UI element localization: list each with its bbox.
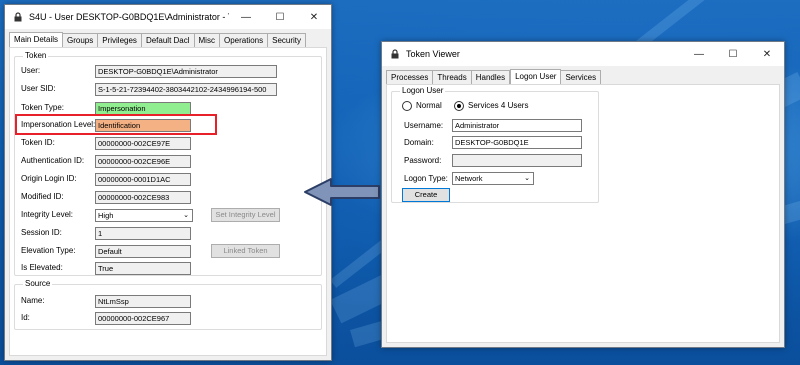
is-elevated-field[interactable]: True <box>95 262 191 275</box>
authentication-id-field[interactable]: 00000000-002CE96E <box>95 155 191 168</box>
token-id-label: Token ID: <box>21 138 55 147</box>
user-sid-field[interactable]: S-1-5-21-72394402-3803442102-2434996194-… <box>95 83 277 96</box>
source-group: Source Name: NtLmSsp Id: 00000000-002CE9… <box>14 279 322 330</box>
token-viewer-window: Token Viewer — ☐ ✕ Processes Threads Han… <box>381 41 785 348</box>
source-id-label: Id: <box>21 313 30 322</box>
token-type-label: Token Type: <box>21 103 64 112</box>
tab-logon-user[interactable]: Logon User <box>510 69 562 84</box>
minimize-button[interactable]: — <box>682 42 716 66</box>
elevation-type-label: Elevation Type: <box>21 246 76 255</box>
username-input[interactable]: Administrator <box>452 119 582 132</box>
tab-groups[interactable]: Groups <box>63 33 99 47</box>
window-title: Token Viewer <box>406 49 460 59</box>
title-bar[interactable]: Token Viewer — ☐ ✕ <box>382 42 784 66</box>
source-id-field[interactable]: 00000000-002CE967 <box>95 312 191 325</box>
highlight-box <box>15 114 217 135</box>
integrity-level-label: Integrity Level: <box>21 210 74 219</box>
create-button[interactable]: Create <box>402 188 450 202</box>
minimize-button[interactable]: — <box>229 5 263 29</box>
integrity-level-dropdown[interactable]: High ⌄ <box>95 209 193 222</box>
title-bar[interactable]: S4U - User DESKTOP-G0BDQ1E\Administrator… <box>5 5 331 29</box>
logon-type-dropdown[interactable]: Network ⌄ <box>452 172 534 185</box>
modified-id-label: Modified ID: <box>21 192 64 201</box>
linked-token-button[interactable]: Linked Token <box>211 244 280 258</box>
username-label: Username: <box>404 121 444 130</box>
radio-normal[interactable] <box>402 101 412 111</box>
elevation-type-field[interactable]: Default <box>95 245 191 258</box>
close-button[interactable]: ✕ <box>750 42 784 66</box>
tab-strip: Main Details Groups Privileges Default D… <box>9 32 331 47</box>
token-group-label: Token <box>23 51 49 60</box>
radio-services-4-users[interactable] <box>454 101 464 111</box>
tab-handles[interactable]: Handles <box>471 70 511 84</box>
source-name-field[interactable]: NtLmSsp <box>95 295 191 308</box>
session-id-label: Session ID: <box>21 228 62 237</box>
lock-icon <box>14 12 22 22</box>
annotation-arrow <box>304 178 380 206</box>
chevron-down-icon: ⌄ <box>183 212 189 219</box>
token-id-field[interactable]: 00000000-002CE97E <box>95 137 191 150</box>
maximize-button[interactable]: ☐ <box>263 5 297 29</box>
logon-user-panel: Logon User Normal Services 4 Users Usern… <box>386 84 780 343</box>
password-label: Password: <box>404 156 442 165</box>
main-details-panel: Token User: DESKTOP-G0BDQ1E\Administrato… <box>9 47 327 356</box>
password-input[interactable] <box>452 154 582 167</box>
domain-input[interactable]: DESKTOP-G0BDQ1E <box>452 136 582 149</box>
user-field[interactable]: DESKTOP-G0BDQ1E\Administrator <box>95 65 277 78</box>
session-id-field[interactable]: 1 <box>95 227 191 240</box>
lock-icon <box>391 49 399 59</box>
tab-privileges[interactable]: Privileges <box>98 33 142 47</box>
window-title: S4U - User DESKTOP-G0BDQ1E\Administrator… <box>29 12 229 22</box>
radio-services-4-users-label: Services 4 Users <box>468 101 529 110</box>
origin-login-id-field[interactable]: 00000000-0001D1AC <box>95 173 191 186</box>
user-label: User: <box>21 66 41 75</box>
tab-services[interactable]: Services <box>561 70 602 84</box>
logon-type-value: Network <box>455 174 483 183</box>
integrity-level-value: High <box>98 211 114 220</box>
radio-normal-label: Normal <box>416 101 442 110</box>
tab-security[interactable]: Security <box>268 33 307 47</box>
tab-operations[interactable]: Operations <box>219 33 269 47</box>
domain-label: Domain: <box>404 138 434 147</box>
is-elevated-label: Is Elevated: <box>21 263 63 272</box>
close-button[interactable]: ✕ <box>297 5 331 29</box>
source-group-label: Source <box>23 279 53 288</box>
set-integrity-level-button[interactable]: Set Integrity Level <box>211 208 280 222</box>
tab-misc[interactable]: Misc <box>194 33 220 47</box>
maximize-button[interactable]: ☐ <box>716 42 750 66</box>
user-sid-label: User SID: <box>21 84 56 93</box>
tab-threads[interactable]: Threads <box>433 70 472 84</box>
tab-default-dacl[interactable]: Default Dacl <box>141 33 195 47</box>
logon-user-group-label: Logon User <box>400 86 446 95</box>
origin-login-id-label: Origin Login ID: <box>21 174 77 183</box>
authentication-id-label: Authentication ID: <box>21 156 85 165</box>
chevron-down-icon: ⌄ <box>524 175 530 182</box>
logon-type-label: Logon Type: <box>404 174 448 183</box>
tab-strip: Processes Threads Handles Logon User Ser… <box>386 69 784 84</box>
s4u-token-window: S4U - User DESKTOP-G0BDQ1E\Administrator… <box>4 4 332 361</box>
logon-user-group: Logon User Normal Services 4 Users Usern… <box>391 86 599 203</box>
modified-id-field[interactable]: 00000000-002CE983 <box>95 191 191 204</box>
source-name-label: Name: <box>21 296 45 305</box>
tab-main-details[interactable]: Main Details <box>9 32 64 47</box>
token-group: Token User: DESKTOP-G0BDQ1E\Administrato… <box>14 51 322 276</box>
tab-processes[interactable]: Processes <box>386 70 434 84</box>
